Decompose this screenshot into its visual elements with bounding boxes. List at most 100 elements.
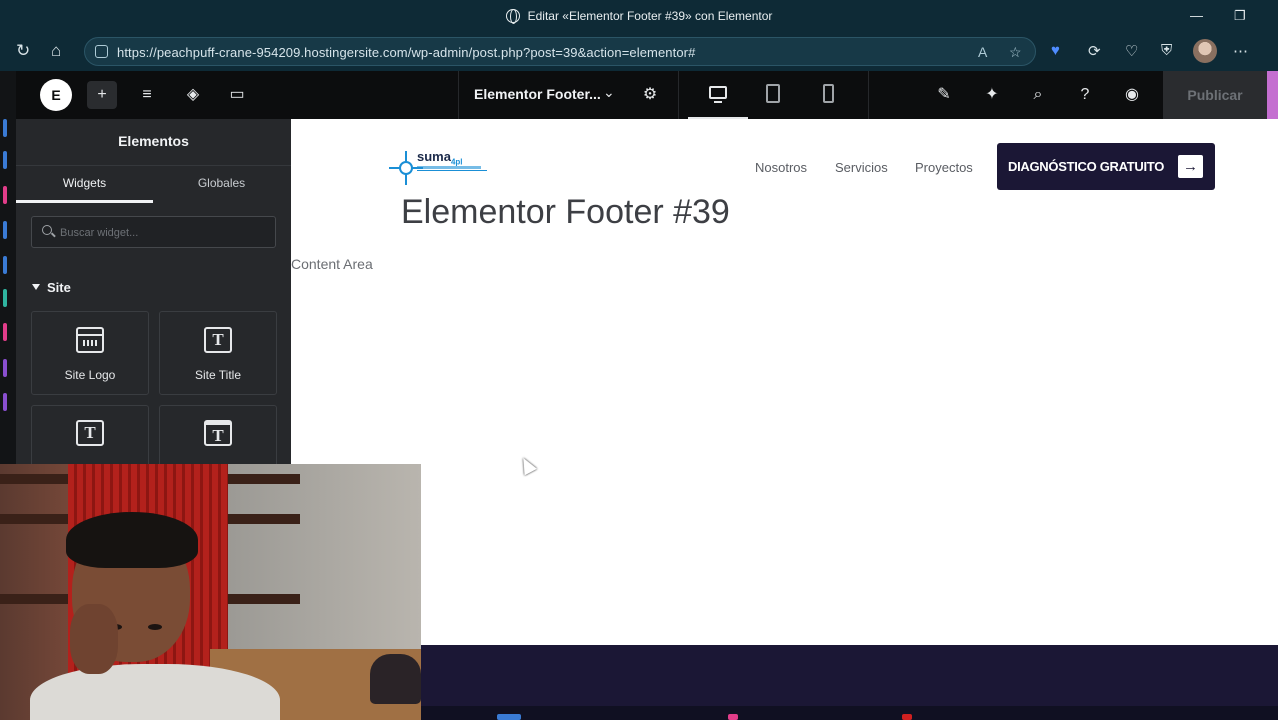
favorite-star-icon[interactable]: ☆: [1009, 44, 1022, 61]
brand-underline: [417, 170, 487, 171]
add-element-button[interactable]: +: [87, 81, 117, 109]
widget-site-logo[interactable]: Site Logo: [31, 311, 149, 395]
backpack: [370, 654, 421, 704]
caret-down-icon: [32, 284, 40, 290]
taskbar-strip: [421, 706, 1278, 720]
apps-icon[interactable]: ✎: [929, 81, 959, 109]
tab-widgets[interactable]: Widgets: [16, 176, 153, 203]
window-title: Editar «Elementor Footer #39» con Elemen…: [0, 9, 1278, 24]
nav-link-nosotros[interactable]: Nosotros: [755, 160, 807, 175]
widget-label: Site Title: [194, 368, 242, 382]
panel-tabs: Widgets Globales: [16, 165, 291, 203]
editor-topbar: E + ≡ ◈ ▭ Elementor Footer... ⌄ ⚙ ✎ ✦ ⌕ …: [16, 71, 1278, 119]
site-title-icon: T: [204, 327, 232, 353]
shield-icon[interactable]: ⛨: [1161, 42, 1172, 59]
webcam-overlay: [0, 464, 421, 720]
strip-marker: [3, 323, 7, 341]
mobile-icon: [823, 84, 834, 103]
strip-marker: [3, 256, 7, 274]
notes-icon[interactable]: ▭: [222, 81, 252, 109]
site-logo-icon: [76, 327, 104, 353]
minimize-button[interactable]: —: [1190, 8, 1203, 23]
nav-link-proyectos[interactable]: Proyectos: [915, 160, 973, 175]
screen: Editar «Elementor Footer #39» con Elemen…: [0, 0, 1278, 720]
logo-ring: [399, 161, 413, 175]
document-name[interactable]: Elementor Footer...: [474, 86, 601, 102]
category-label: Site: [47, 280, 71, 295]
tablet-icon: [766, 84, 780, 103]
diagnostic-cta-button[interactable]: DIAGNÓSTICO GRATUITO →: [997, 143, 1215, 190]
read-aloud-icon[interactable]: A: [978, 44, 987, 60]
strip-marker: [3, 119, 7, 137]
structure-icon[interactable]: ◈: [178, 81, 208, 109]
tablet-view-button[interactable]: [753, 81, 793, 109]
elements-panel: Elementos Widgets Globales Site Site Log…: [16, 119, 291, 489]
desktop-icon: [709, 86, 727, 103]
strip-marker: [3, 221, 7, 239]
chevron-down-icon[interactable]: ⌄: [603, 84, 615, 101]
title-glyph: T: [212, 330, 224, 349]
taskbar-app-icon[interactable]: [497, 714, 521, 720]
globe-icon: [505, 9, 520, 24]
strip-marker: [3, 289, 7, 307]
preview-eye-icon[interactable]: ◉: [1117, 81, 1147, 109]
widget-site-title[interactable]: T Site Title: [159, 311, 277, 395]
help-icon[interactable]: ?: [1070, 81, 1100, 109]
mobile-view-button[interactable]: [808, 81, 848, 109]
brand-name-text: suma: [417, 149, 451, 164]
site-logo[interactable]: suma4pl: [389, 146, 489, 186]
elementor-logo-button[interactable]: E: [40, 79, 72, 111]
widget-label: Site Logo: [64, 368, 116, 382]
accent-edge: [1267, 71, 1278, 119]
restore-button[interactable]: ❐: [1234, 8, 1246, 24]
strip-marker: [3, 393, 7, 411]
editor-canvas[interactable]: suma4pl Nosotros Servicios Proyectos DIA…: [291, 119, 1278, 645]
strip-marker: [3, 151, 7, 169]
cta-label: DIAGNÓSTICO GRATUITO: [1008, 159, 1165, 174]
window-title-text: Editar «Elementor Footer #39» con Elemen…: [527, 9, 773, 23]
home-icon[interactable]: ⌂: [51, 41, 61, 61]
divider: [678, 71, 679, 119]
browser-toolbar: ↻ ⌂ https://peachpuff-crane-954209.hosti…: [0, 33, 1278, 71]
person-shirt: [30, 664, 280, 720]
person-eye: [148, 624, 162, 630]
url-text[interactable]: https://peachpuff-crane-954209.hostinger…: [117, 45, 695, 60]
tab-globales[interactable]: Globales: [153, 176, 290, 190]
arrow-right-icon: →: [1178, 155, 1203, 178]
desktop-view-button[interactable]: [688, 81, 748, 119]
search-icon[interactable]: ⌕: [1023, 81, 1053, 109]
strip-marker: [3, 186, 7, 204]
title-glyph: T: [212, 426, 224, 445]
more-menu-icon[interactable]: ⋯: [1233, 42, 1248, 60]
brand-tagline: [417, 166, 481, 169]
page-title-icon: T: [76, 420, 104, 446]
taskbar-app-icon[interactable]: [728, 714, 738, 720]
address-bar[interactable]: https://peachpuff-crane-954209.hostinger…: [84, 37, 1036, 66]
person-hand: [70, 604, 118, 674]
site-settings-icon[interactable]: ≡: [132, 81, 162, 109]
person-hair: [66, 512, 198, 568]
health-icon[interactable]: ♡: [1125, 42, 1138, 60]
gear-icon[interactable]: ⚙: [635, 81, 665, 109]
strip-marker: [3, 359, 7, 377]
reload-icon[interactable]: ↻: [16, 41, 30, 61]
content-area[interactable]: Content Area: [291, 256, 373, 272]
category-site[interactable]: Site: [32, 280, 71, 295]
title-glyph: T: [84, 423, 96, 442]
brand-name: suma4pl: [417, 149, 463, 167]
panel-title: Elementos: [118, 133, 189, 149]
lock-icon: [95, 45, 108, 58]
browser-titlebar: Editar «Elementor Footer #39» con Elemen…: [0, 0, 1278, 33]
taskbar-app-icon[interactable]: [902, 714, 912, 720]
extension-heart-icon[interactable]: ♥: [1051, 42, 1060, 59]
page-title[interactable]: Elementor Footer #39: [401, 193, 730, 232]
nav-link-servicios[interactable]: Servicios: [835, 160, 888, 175]
profile-avatar[interactable]: [1193, 39, 1217, 63]
publish-button[interactable]: Publicar: [1163, 71, 1267, 119]
divider: [868, 71, 869, 119]
extension-refresh-icon[interactable]: ⟳: [1088, 42, 1101, 60]
widget-search-input[interactable]: [60, 224, 260, 242]
widget-search[interactable]: [31, 216, 276, 248]
whats-new-icon[interactable]: ✦: [977, 81, 1007, 109]
nav-menu-icon: T: [204, 420, 232, 446]
